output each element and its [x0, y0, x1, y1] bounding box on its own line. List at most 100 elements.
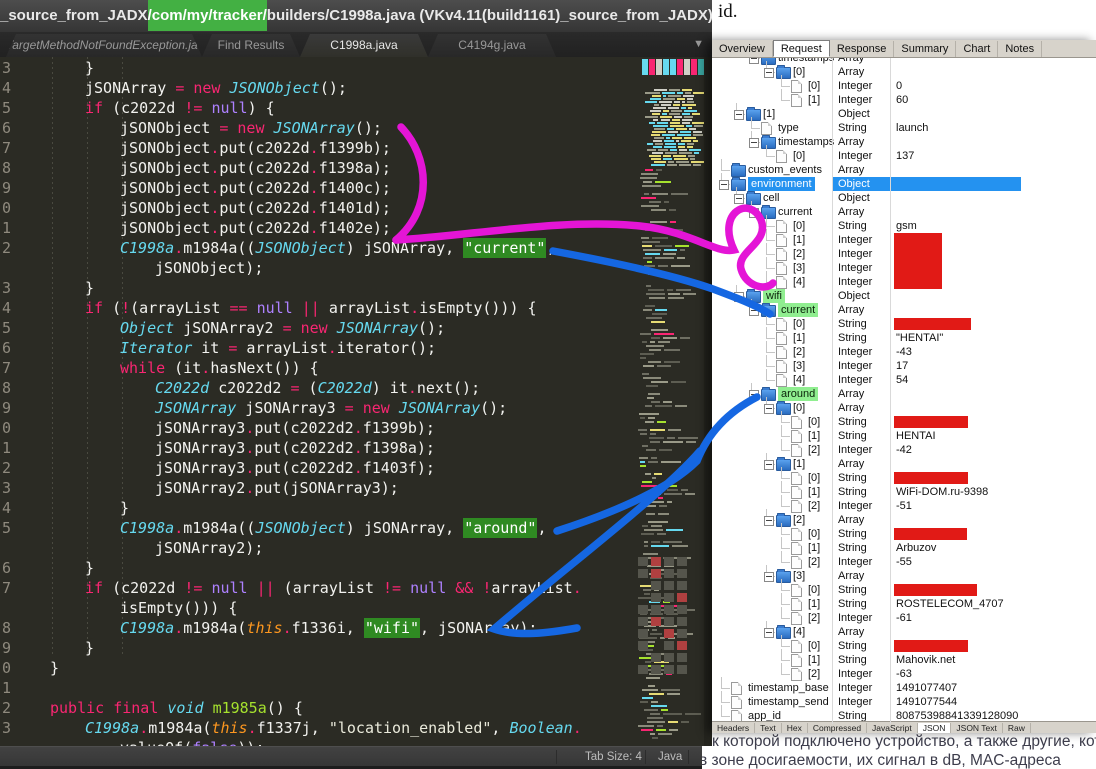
file-tab-c4194g-java[interactable]: C4194g.java: [428, 34, 556, 57]
title-bar[interactable]: _source_from_JADX/com/my/tracker/builder…: [0, 0, 712, 32]
tree-row-1[interactable]: [1] Integer 60: [712, 89, 1096, 107]
code-line[interactable]: 0 jSONObject.put(c2022d.f1401d);: [0, 198, 620, 218]
tree-row-0[interactable]: [0] String: [712, 579, 1096, 597]
code-line[interactable]: 3}: [0, 58, 620, 78]
tree-row-2[interactable]: [2] Integer -63: [712, 663, 1096, 681]
code-line[interactable]: 5 Object jSONArray2 = new JSONArray();: [0, 318, 620, 338]
code-line[interactable]: 8 jSONObject.put(c2022d.f1398a);: [0, 158, 620, 178]
tab-overflow-icon[interactable]: ▼: [693, 38, 704, 50]
code-line[interactable]: 3 C1998a.m1984a(this.f1337j, "location_en…: [0, 718, 620, 738]
code-line[interactable]: 9 jSONObject.put(c2022d.f1400c);: [0, 178, 620, 198]
code-line[interactable]: 2 jSONArray3.put(c2022d2.f1403f);: [0, 458, 620, 478]
code-line[interactable]: 1 jSONObject.put(c2022d.f1402e);: [0, 218, 620, 238]
code-line[interactable]: 6}: [0, 558, 620, 578]
code-line[interactable]: 8 C1998a.m1984a(this.f1336i, "wifi", jSON…: [0, 618, 620, 638]
collapse-expander-icon[interactable]: [719, 180, 729, 190]
code-line[interactable]: 7 if (c2022d != null || (arrayList != nul…: [0, 578, 620, 598]
collapse-expander-icon[interactable]: [764, 516, 774, 526]
collapse-expander-icon[interactable]: [749, 138, 759, 148]
inspector-tab-response[interactable]: Response: [830, 41, 895, 57]
code-line[interactable]: 7 while (it.hasNext()) {: [0, 358, 620, 378]
code-line[interactable]: 4}: [0, 498, 620, 518]
collapse-expander-icon[interactable]: [734, 194, 744, 204]
file-tab-targetmethodnotfoundexception-java[interactable]: TargetMethodNotFoundException.java: [6, 34, 202, 57]
tree-row-0[interactable]: [0] String: [712, 635, 1096, 653]
json-tree[interactable]: timestamps Array [0] Array [0] Integer 0 [1] Int…: [712, 40, 1096, 724]
content-view-tab-javascript[interactable]: JavaScript: [867, 723, 918, 733]
collapse-expander-icon[interactable]: [749, 390, 759, 400]
tree-row-1[interactable]: [1] String HENTAI: [712, 425, 1096, 443]
tree-row-type[interactable]: type String launch: [712, 117, 1096, 135]
code-line[interactable]: 2 public final void m1985a() {: [0, 698, 620, 718]
code-line[interactable]: 6 Iterator it = arrayList.iterator();: [0, 338, 620, 358]
content-view-tab-hex[interactable]: Hex: [782, 723, 808, 733]
tree-row-1[interactable]: [1] String ROSTELECOM_4707: [712, 593, 1096, 611]
tree-row-timestamp_base[interactable]: timestamp_base Integer 1491077407: [712, 677, 1096, 695]
code-line[interactable]: jSONObject);: [0, 258, 620, 278]
code-line[interactable]: 5 C1998a.m1984a((JSONObject) jSONArray, "…: [0, 518, 620, 538]
tree-row-4[interactable]: [4] Integer: [712, 271, 1096, 289]
tree-row-4[interactable]: [4] Array: [712, 621, 1096, 639]
tree-row-wifi[interactable]: wifi Object: [712, 285, 1096, 303]
code-line[interactable]: 6 jSONObject = new JSONArray();: [0, 118, 620, 138]
syntax-indicator[interactable]: Java: [658, 747, 682, 767]
tree-row-1[interactable]: [1] Array: [712, 453, 1096, 471]
tab-size-indicator[interactable]: Tab Size: 4: [585, 747, 642, 767]
content-view-tab-compressed[interactable]: Compressed: [808, 723, 868, 733]
code-line[interactable]: jSONArray2);: [0, 538, 620, 558]
code-line[interactable]: 3 jSONArray2.put(jSONArray3);: [0, 478, 620, 498]
collapse-expander-icon[interactable]: [749, 208, 759, 218]
tree-row-4[interactable]: [4] Integer 54: [712, 369, 1096, 387]
collapse-expander-icon[interactable]: [734, 292, 744, 302]
collapse-expander-icon[interactable]: [764, 460, 774, 470]
inspector-tab-summary[interactable]: Summary: [894, 41, 957, 57]
collapse-expander-icon[interactable]: [734, 110, 744, 120]
code-line[interactable]: 9 JSONArray jSONArray3 = new JSONArray();: [0, 398, 620, 418]
code-line[interactable]: 2 C1998a.m1984a((JSONObject) jSONArray, "…: [0, 238, 620, 258]
inspector-tab-notes[interactable]: Notes: [998, 41, 1043, 57]
content-view-tab-text[interactable]: Text: [755, 723, 782, 733]
tree-row-1[interactable]: [1] Object: [712, 103, 1096, 121]
collapse-expander-icon[interactable]: [764, 404, 774, 414]
tree-row-timestamp_send[interactable]: timestamp_send Integer 1491077544: [712, 691, 1096, 709]
tree-row-0[interactable]: [0] Array: [712, 397, 1096, 415]
tree-row-custom_events[interactable]: custom_events Array: [712, 159, 1096, 177]
collapse-expander-icon[interactable]: [764, 572, 774, 582]
inspector-tab-request[interactable]: Request: [772, 40, 830, 57]
code-editor[interactable]: 3} 4 jSONArray = new JSONObject(); 5 if (c20…: [0, 57, 712, 746]
collapse-expander-icon[interactable]: [749, 306, 759, 316]
tree-row-0[interactable]: [0] String: [712, 411, 1096, 429]
tree-row-cell[interactable]: cell Object: [712, 187, 1096, 205]
content-view-tab-json-text[interactable]: JSON Text: [951, 723, 1003, 733]
inspector-tab-chart[interactable]: Chart: [956, 41, 999, 57]
tree-row-environment[interactable]: Object environment: [712, 173, 1096, 191]
file-tab-c1998a-java[interactable]: C1998a.java: [300, 34, 428, 57]
code-line[interactable]: 0 jSONArray3.put(c2022d2.f1399b);: [0, 418, 620, 438]
code-line[interactable]: 0}: [0, 658, 620, 678]
code-line[interactable]: 7 jSONObject.put(c2022d.f1399b);: [0, 138, 620, 158]
file-tab-find-results[interactable]: Find Results: [202, 34, 300, 57]
tree-row-2[interactable]: [2] Array: [712, 509, 1096, 527]
code-line[interactable]: 8 C2022d c2022d2 = (C2022d) it.next();: [0, 378, 620, 398]
tree-row-0[interactable]: [0] Array: [712, 61, 1096, 79]
collapse-expander-icon[interactable]: [764, 68, 774, 78]
tree-row-0[interactable]: [0] String: [712, 467, 1096, 485]
code-line[interactable]: isEmpty())) {: [0, 598, 620, 618]
code-line[interactable]: 3}: [0, 278, 620, 298]
inspector-tab-overview[interactable]: Overview: [712, 41, 773, 57]
content-view-tab-headers[interactable]: Headers: [712, 723, 756, 733]
minimap[interactable]: [628, 57, 707, 746]
tree-row-0[interactable]: [0] String: [712, 523, 1096, 541]
tree-row-1[interactable]: [1] String Arbuzov: [712, 537, 1096, 555]
tree-row-0[interactable]: [0] Integer 137: [712, 145, 1096, 163]
code-line[interactable]: 1 jSONArray3.put(c2022d2.f1398a);: [0, 438, 620, 458]
code-line[interactable]: 5 if (c2022d != null) {: [0, 98, 620, 118]
code-line[interactable]: 4 if (!(arrayList == null || arrayList.is…: [0, 298, 620, 318]
code-line[interactable]: 4 jSONArray = new JSONObject();: [0, 78, 620, 98]
tree-row-0[interactable]: [0] Integer 0: [712, 75, 1096, 93]
code-line[interactable]: 1: [0, 678, 620, 698]
tree-row-1[interactable]: [1] String Mahovik.net: [712, 649, 1096, 667]
tree-row-1[interactable]: [1] String WiFi-DOM.ru-9398: [712, 481, 1096, 499]
code-line[interactable]: 9}: [0, 638, 620, 658]
tree-row-3[interactable]: [3] Array: [712, 565, 1096, 583]
